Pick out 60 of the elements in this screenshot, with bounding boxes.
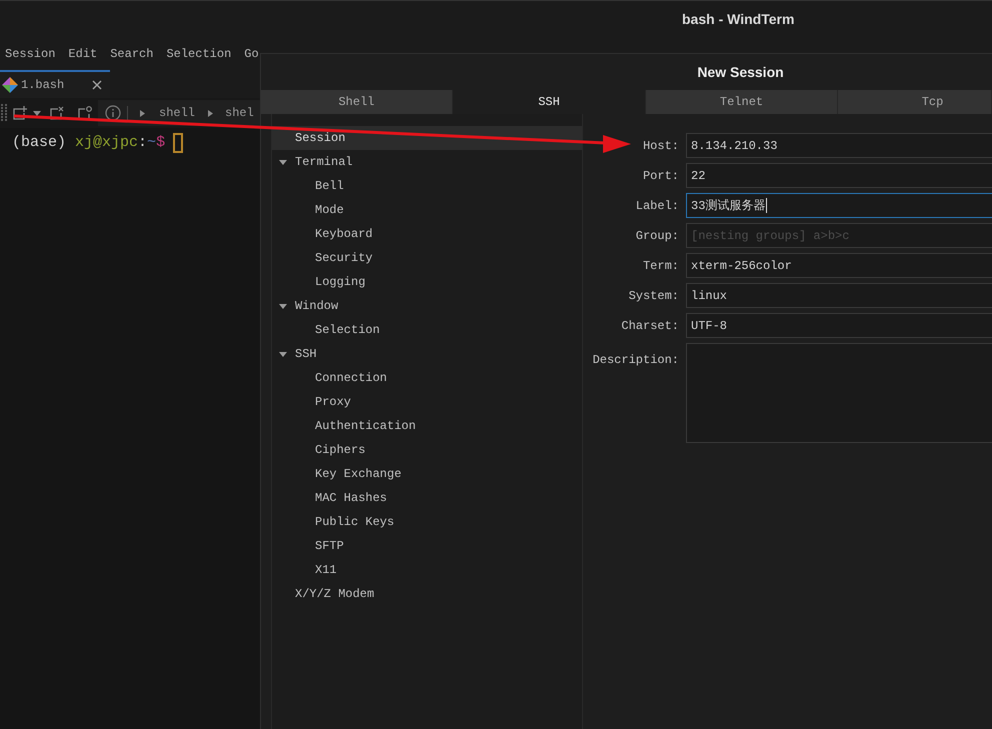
tab[interactable]: Shell (261, 90, 453, 114)
field-label: Host: (642, 138, 679, 154)
tree-item[interactable]: SFTP (272, 534, 582, 558)
tree-item[interactable]: Connection (272, 366, 582, 390)
tree-item[interactable]: X11 (272, 558, 582, 582)
terminal-prompt: (base) xj@xjpc:~$ (12, 132, 166, 153)
tree-item[interactable]: Selection (272, 318, 582, 342)
field-label: Charset: (620, 318, 679, 334)
tree-item[interactable]: Mode (272, 198, 582, 222)
text-field[interactable]: 22 (686, 163, 992, 188)
menu-item[interactable]: Edit (68, 45, 98, 63)
square-circle-icon[interactable] (78, 106, 92, 120)
breadcrumb-item[interactable]: shel (225, 104, 254, 122)
text-cursor (766, 198, 768, 213)
tree-item[interactable]: X/Y/Z Modem (272, 582, 582, 606)
triangle-right-icon (208, 110, 214, 116)
tree-item[interactable]: Keyboard (272, 222, 582, 246)
tree-item[interactable]: Proxy (272, 390, 582, 414)
field-label: Port: (642, 168, 679, 184)
close-icon[interactable] (92, 80, 102, 90)
tree-item[interactable]: Public Keys (272, 510, 582, 534)
caret-down-icon[interactable] (33, 110, 41, 116)
menu-item[interactable]: Session (5, 45, 56, 63)
window-title: bash - WindTerm (682, 10, 794, 29)
tab[interactable]: Telnet (646, 90, 838, 114)
tree-item[interactable]: Authentication (272, 414, 582, 438)
field-label: Group: (634, 228, 679, 244)
tree-item[interactable]: Terminal (272, 150, 582, 174)
add-square-icon[interactable] (13, 106, 27, 120)
text-field[interactable]: 33测试服务器 (686, 193, 992, 218)
triangle-right-icon (140, 110, 145, 116)
field-label: Description: (592, 352, 679, 369)
grip-icon[interactable] (1, 104, 7, 122)
tree-item[interactable]: Key Exchange (272, 462, 582, 486)
tree-item[interactable]: Window (272, 294, 582, 318)
close-square-icon[interactable] (50, 106, 64, 120)
tree-item[interactable]: MAC Hashes (272, 486, 582, 510)
text-field[interactable]: UTF-8 (686, 313, 992, 338)
field-label: System: (628, 288, 679, 304)
tree-item[interactable]: Bell (272, 174, 582, 198)
text-field[interactable]: linux (686, 283, 992, 308)
tab[interactable]: Tcp (838, 90, 992, 114)
tree-item[interactable]: Ciphers (272, 438, 582, 462)
field-label: Label: (634, 198, 679, 214)
tree-item[interactable]: Security (272, 246, 582, 270)
menu-item[interactable]: Go (244, 45, 259, 63)
text-field[interactable]: 8.134.210.33 (686, 133, 992, 158)
caret-down-icon[interactable] (279, 352, 287, 356)
menu-item[interactable]: Selection (166, 45, 232, 63)
caret-down-icon[interactable] (279, 160, 287, 164)
tree-item[interactable]: Logging (272, 270, 582, 294)
field-label: Term: (642, 258, 679, 274)
breadcrumb-item[interactable]: shell (159, 104, 196, 122)
tree-item[interactable]: SSH (272, 342, 582, 366)
diamond-icon (2, 77, 18, 93)
caret-down-icon[interactable] (279, 304, 287, 308)
menu-item[interactable]: Search (110, 45, 154, 63)
dialog-title: New Session (697, 62, 784, 82)
text-field[interactable]: xterm-256color (686, 253, 992, 278)
info-icon[interactable] (105, 105, 121, 121)
